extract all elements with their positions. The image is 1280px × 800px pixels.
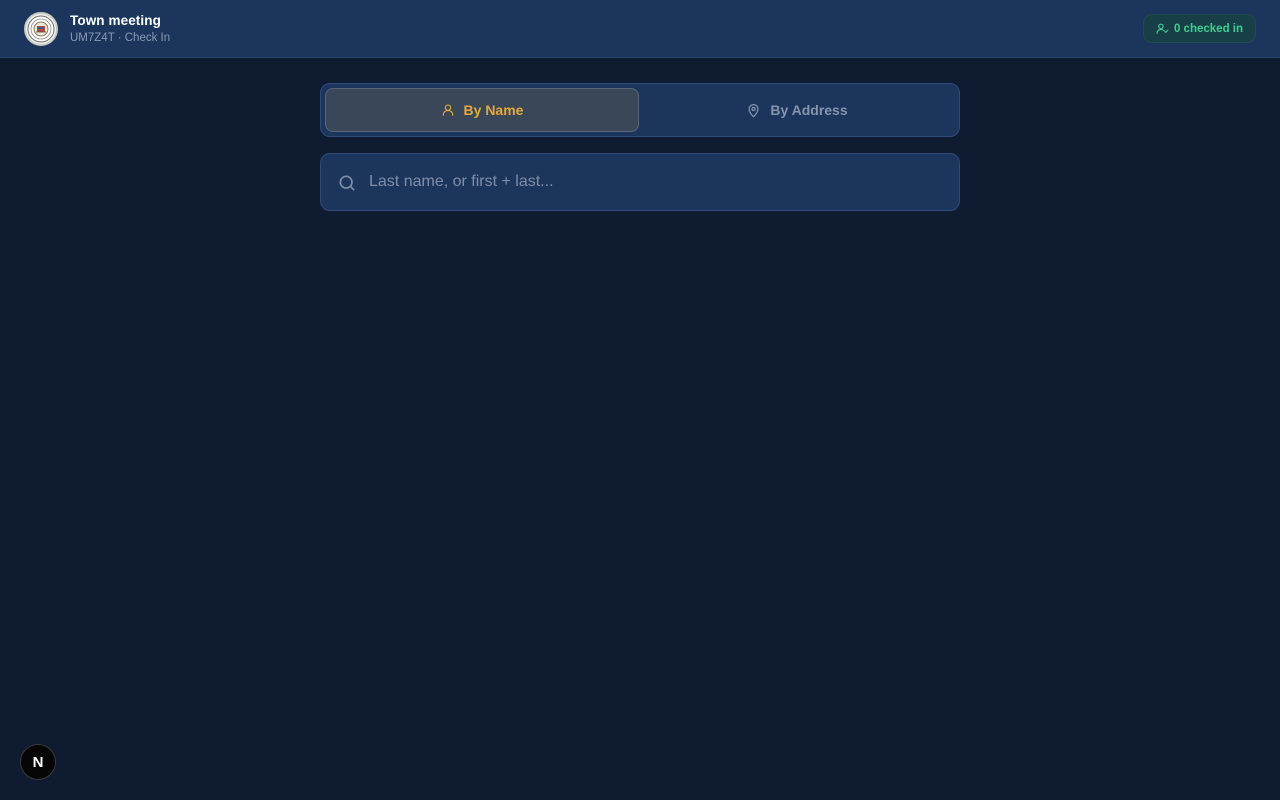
tab-by-name-label: By Name xyxy=(463,102,524,118)
session-subtitle: UM7Z4T · Check In xyxy=(70,32,171,44)
checked-in-count-badge[interactable]: 0 checked in xyxy=(1143,14,1256,43)
map-pin-icon xyxy=(748,103,759,117)
search-mode-tabs: By Name By Address xyxy=(320,83,960,137)
search-icon xyxy=(339,175,355,191)
search-input[interactable] xyxy=(369,154,939,210)
page-title: Town meeting xyxy=(70,13,161,28)
dev-tools-label: N xyxy=(32,753,44,771)
checked-in-label: 0 checked in xyxy=(1173,22,1244,35)
tab-by-name[interactable]: By Name xyxy=(325,88,639,132)
user-check-icon xyxy=(1156,23,1169,34)
app-header: Town meeting UM7Z4T · Check In 0 checked… xyxy=(0,0,1280,58)
app-title-block: Town meeting UM7Z4T · Check In xyxy=(70,13,170,46)
tab-by-address-label: By Address xyxy=(770,102,848,118)
tab-by-address[interactable]: By Address xyxy=(640,88,954,132)
town-seal-icon xyxy=(27,15,55,43)
person-icon xyxy=(442,104,453,116)
dev-tools-button[interactable]: N xyxy=(20,744,56,780)
search-box xyxy=(320,153,960,211)
town-seal-logo xyxy=(24,12,58,46)
